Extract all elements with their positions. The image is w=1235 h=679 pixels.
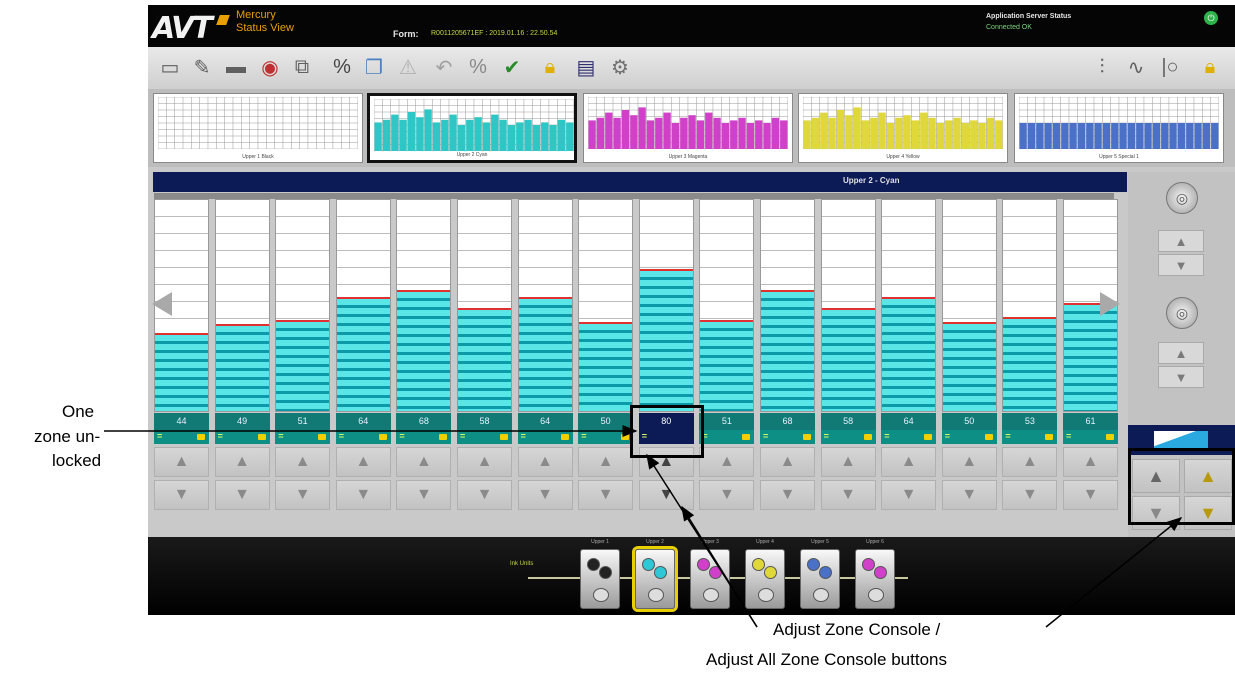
- annotation-arrows: [104, 425, 1183, 628]
